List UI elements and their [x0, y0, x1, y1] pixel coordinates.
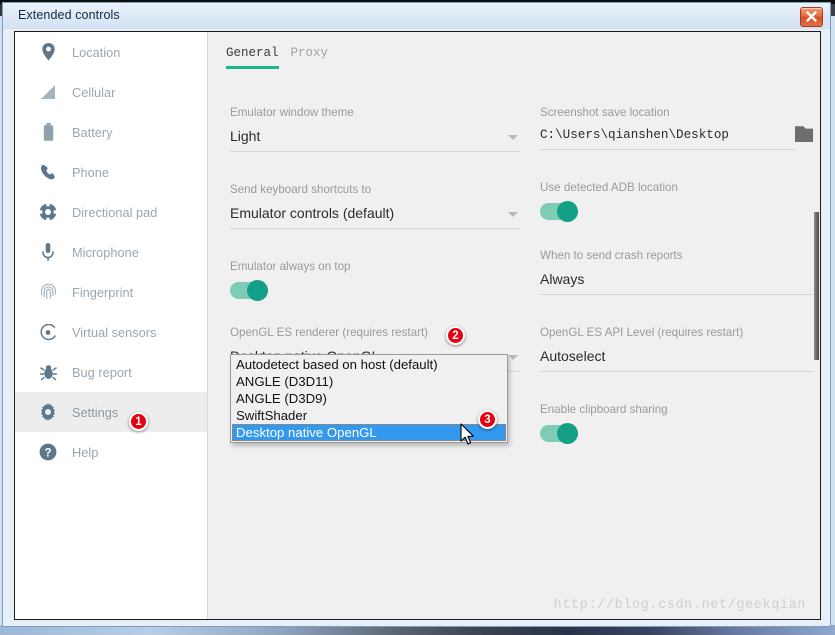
dropdown-option[interactable]: ANGLE (D3D9)	[232, 390, 506, 407]
field-label: Use detected ADB location	[540, 181, 678, 194]
dropdown-option[interactable]: Autodetect based on host (default)	[232, 356, 506, 373]
chevron-down-icon	[508, 355, 518, 360]
sidebar-item-label: Cellular	[72, 84, 116, 100]
sidebar-item-bug-report[interactable]: Bug report	[15, 352, 207, 392]
sidebar-item-label: Phone	[72, 164, 110, 180]
gear-icon	[37, 401, 59, 423]
annotation-badge-3: 3	[478, 410, 497, 429]
sidebar-item-label: Directional pad	[72, 204, 158, 220]
screen-root: Extended controls Location Cellular Batt…	[0, 0, 835, 635]
close-button[interactable]	[800, 7, 823, 27]
sidebar-item-directional-pad[interactable]: Directional pad	[15, 192, 207, 232]
select-value: Emulator controls (default)	[230, 205, 395, 221]
field-label: OpenGL ES API Level (requires restart)	[540, 326, 744, 339]
field-enable-clipboard-sharing: Enable clipboard sharing	[540, 403, 820, 444]
sidebar-item-label: Bug report	[72, 364, 132, 380]
chevron-down-icon	[508, 212, 518, 217]
watermark-text: http://blog.csdn.net/geekqian	[553, 598, 806, 613]
virtual-sensors-icon	[37, 321, 59, 343]
field-label: Enable clipboard sharing	[540, 403, 668, 416]
sidebar: Location Cellular Battery Phone Directio…	[15, 32, 208, 619]
sidebar-item-virtual-sensors[interactable]: Virtual sensors	[15, 312, 207, 352]
microphone-icon	[37, 241, 59, 263]
location-pin-icon	[37, 41, 59, 63]
emulator-always-on-top-toggle[interactable]	[230, 280, 268, 301]
chevron-down-icon	[508, 135, 518, 140]
send-keyboard-shortcuts-select[interactable]: Emulator controls (default)	[230, 205, 520, 229]
sidebar-item-label: Location	[72, 44, 121, 60]
dropdown-option[interactable]: ANGLE (D3D11)	[232, 373, 506, 390]
field-label: Emulator always on top	[230, 260, 351, 273]
emulator-window-theme-select[interactable]: Light	[230, 128, 520, 152]
mouse-cursor	[460, 423, 476, 451]
settings-tabs: General Proxy	[226, 46, 328, 69]
fingerprint-icon	[37, 281, 59, 303]
field-when-to-send-crash-reports: When to send crash reports Always	[540, 249, 820, 295]
sidebar-item-label: Settings	[72, 404, 119, 420]
close-icon	[806, 11, 817, 22]
content-panel: Location Cellular Battery Phone Directio…	[14, 31, 821, 620]
dropdown-option[interactable]: SwiftShader	[232, 407, 506, 424]
help-question-icon: ?	[37, 441, 59, 463]
enable-clipboard-sharing-toggle[interactable]	[540, 423, 578, 444]
field-screenshot-save-location: Screenshot save location C:\Users\qiansh…	[540, 106, 820, 150]
sidebar-item-fingerprint[interactable]: Fingerprint	[15, 272, 207, 312]
extended-controls-window: Extended controls Location Cellular Batt…	[2, 2, 831, 627]
toggle-knob	[247, 280, 268, 301]
bug-icon	[37, 361, 59, 383]
sidebar-item-microphone[interactable]: Microphone	[15, 232, 207, 272]
screenshot-save-location-input[interactable]: C:\Users\qianshen\Desktop	[540, 128, 795, 150]
signal-bars-icon	[37, 81, 59, 103]
field-label: Screenshot save location	[540, 106, 670, 119]
sidebar-item-cellular[interactable]: Cellular	[15, 72, 207, 112]
field-opengl-es-api-level: OpenGL ES API Level (requires restart) A…	[540, 326, 820, 372]
select-value: Always	[540, 271, 585, 287]
sidebar-item-label: Battery	[72, 124, 113, 140]
sidebar-item-battery[interactable]: Battery	[15, 112, 207, 152]
window-titlebar[interactable]: Extended controls	[3, 3, 830, 29]
battery-icon	[37, 121, 59, 143]
sidebar-item-label: Fingerprint	[72, 284, 134, 300]
field-label: Send keyboard shortcuts to	[230, 183, 372, 196]
toggle-knob	[557, 201, 578, 222]
annotation-badge-2: 2	[446, 326, 465, 345]
field-label: When to send crash reports	[540, 249, 683, 262]
sidebar-item-phone[interactable]: Phone	[15, 152, 207, 192]
field-label: Emulator window theme	[230, 106, 354, 119]
dpad-icon	[37, 201, 59, 223]
window-title: Extended controls	[18, 8, 120, 22]
use-detected-adb-location-toggle[interactable]	[540, 201, 578, 222]
sidebar-item-label: Virtual sensors	[72, 324, 157, 340]
phone-icon	[37, 161, 59, 183]
sidebar-item-settings[interactable]: Settings	[15, 392, 207, 432]
sidebar-item-label: Help	[72, 444, 99, 460]
tab-general[interactable]: General	[226, 46, 279, 69]
sidebar-item-location[interactable]: Location	[15, 32, 207, 72]
select-value: Light	[230, 128, 261, 144]
field-use-detected-adb-location: Use detected ADB location	[540, 181, 820, 222]
opengl-es-api-level-select[interactable]: Autoselect	[540, 348, 820, 372]
settings-right-column: Screenshot save location C:\Users\qiansh…	[540, 106, 820, 473]
field-emulator-window-theme: Emulator window theme Light	[230, 106, 520, 152]
tab-proxy[interactable]: Proxy	[291, 46, 329, 69]
scrollbar-thumb[interactable]	[814, 212, 819, 360]
settings-content: General Proxy Emulator window theme Ligh…	[208, 32, 820, 619]
path-value: C:\Users\qianshen\Desktop	[540, 128, 729, 142]
annotation-badge-1: 1	[129, 412, 148, 431]
select-value: Autoselect	[540, 348, 606, 364]
toggle-knob	[557, 423, 578, 444]
field-emulator-always-on-top: Emulator always on top	[230, 260, 520, 301]
crash-reports-select[interactable]: Always	[540, 271, 820, 295]
sidebar-item-help[interactable]: ? Help	[15, 432, 207, 472]
field-send-keyboard-shortcuts-to: Send keyboard shortcuts to Emulator cont…	[230, 183, 520, 229]
content-scrollbar[interactable]	[813, 32, 820, 619]
svg-text:?: ?	[44, 447, 51, 459]
sidebar-item-label: Microphone	[72, 244, 139, 260]
field-label: OpenGL ES renderer (requires restart)	[230, 326, 429, 339]
